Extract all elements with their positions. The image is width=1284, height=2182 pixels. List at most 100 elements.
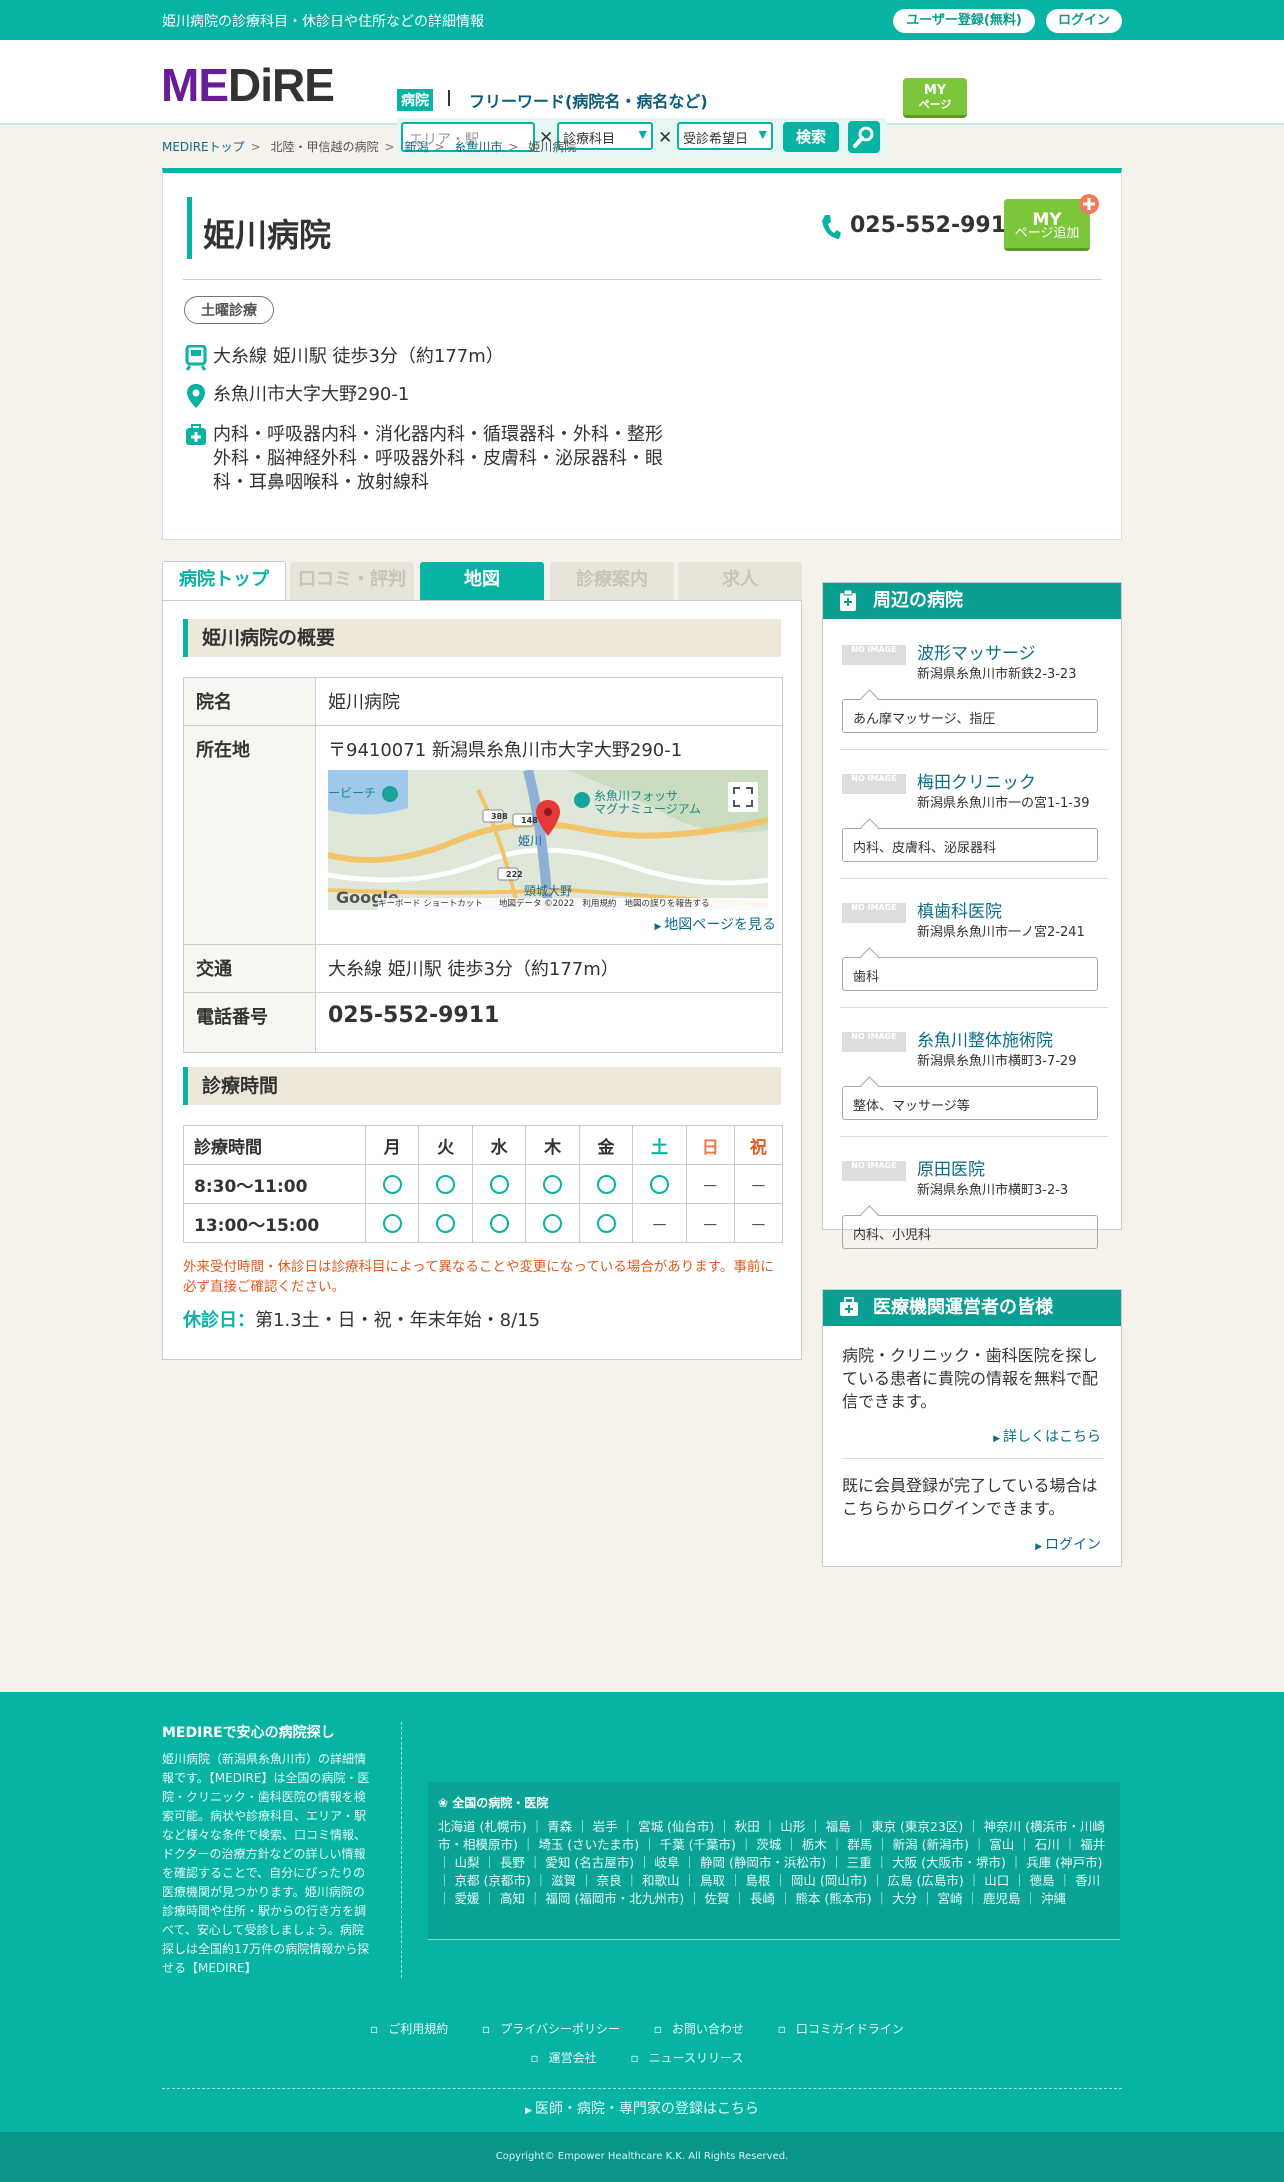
login-button[interactable]: ログイン [1046, 9, 1122, 33]
cross-icon: ✕ [658, 128, 673, 148]
details-link[interactable]: ▶ 詳しくはこちら [993, 1426, 1101, 1446]
register-button[interactable]: ユーザー登録(無料) [893, 9, 1035, 33]
nearby-name[interactable]: 槙歯科医院 [917, 897, 1002, 922]
breadcrumb-current: 姫川病院 [528, 140, 577, 154]
medical-kit-icon [186, 424, 206, 445]
add-my-page-button[interactable]: MY ページ追加 [1004, 194, 1099, 251]
nearby-name[interactable]: 原田医院 [917, 1155, 985, 1180]
map-attribution: キーボード ショートカット 地図データ ©2022 利用規約 地図の誤りを報告す… [378, 898, 768, 910]
tab-divider [448, 90, 450, 106]
region-links: ❀ 全国の病院・医院 北海道 (札幌市) ｜ 青森 ｜ 岩手 ｜ 宮城 (仙台市… [428, 1782, 1120, 1940]
date-select[interactable]: 受診希望日 ▼ [677, 122, 773, 150]
table-value: 〒9410071 新潟県糸魚川市大字大野290-1 [328, 740, 683, 761]
address-cell: 〒9410071 新潟県糸魚川市大字大野290-1 388 148 222 糸魚… [315, 725, 783, 945]
search-button[interactable]: 検索 [783, 122, 839, 152]
review-guideline-link[interactable]: ▫ 口コミガイドライン [778, 2022, 914, 2036]
phone-icon [822, 215, 841, 239]
embedded-map[interactable]: 388 148 222 糸魚川フォッサ マグナミュージアム ービーチ 姫川 頸城大… [328, 770, 768, 910]
copyright: Copyright© Empower Healthcare K.K. All R… [0, 2132, 1284, 2182]
list-item[interactable]: NO IMAGE 梅田クリニック 新潟県糸魚川市一の宮1-1-39 内科、皮膚科… [840, 768, 1108, 880]
open-circle-icon [543, 1174, 563, 1194]
company-link[interactable]: ▫ 運営会社 [531, 2051, 607, 2065]
hospital-info-card: 姫川病院 025-552-9911 MY ページ追加 土曜診療 大糸線 姫川駅 徒… [162, 168, 1122, 540]
tab-map[interactable]: 地図 [420, 562, 544, 600]
breadcrumb-city[interactable]: 糸魚川市 [454, 140, 502, 154]
location-pin-icon [187, 384, 205, 408]
open-circle-icon [543, 1213, 563, 1233]
open-circle-icon [596, 1213, 616, 1233]
footer-description: 姫川病院（新潟県糸魚川市）の詳細情報です。【MEDIRE】は全国の病院・医院・ク… [162, 1752, 370, 1975]
tab-jobs[interactable]: 求人 [678, 562, 802, 600]
hours-note: 外来受付時間・休診日は診療科目によって異なることや変更になっている場合があります… [183, 1259, 774, 1295]
advanced-search-button[interactable] [848, 121, 880, 153]
operator-login-link[interactable]: ▶ ログイン [1035, 1534, 1101, 1554]
footer-links-2: ▫ 運営会社 ▫ ニュースリリース [0, 2049, 1284, 2066]
overview-heading: 姫川病院の概要 [183, 619, 781, 657]
medire-logo[interactable]: MEDiRE [161, 62, 335, 108]
top-bar: 姫川病院の診療科目・休診日や住所などの詳細情報 ユーザー登録(無料) ログイン [0, 0, 1284, 40]
open-circle-icon [382, 1213, 402, 1233]
table-label: 院名 [183, 677, 316, 726]
nearby-hospitals-panel: 周辺の病院 NO IMAGE 波形マッサージ 新潟県糸魚川市新鉄2-3-23 あ… [822, 582, 1122, 1249]
no-image-placeholder: NO IMAGE [842, 1161, 906, 1181]
main-content: 姫川病院の概要 院名 姫川病院 所在地 〒9410071 新潟県糸魚川市大字大野… [162, 600, 802, 1360]
footer-title: MEDIREで安心の病院探し [162, 1725, 335, 1741]
nearby-name[interactable]: 梅田クリニック [917, 768, 1036, 793]
table-label: 所在地 [183, 725, 316, 945]
table-row: 8:30～11:00 － － [183, 1164, 784, 1204]
region-list[interactable]: 北海道 (札幌市) ｜ 青森 ｜ 岩手 ｜ 宮城 (仙台市) ｜ 秋田 ｜ 山形… [438, 1818, 1114, 1908]
map-page-link[interactable]: ▶ 地図ページを見る [328, 914, 776, 934]
nearby-name[interactable]: 糸魚川整体施術院 [917, 1026, 1053, 1051]
news-link[interactable]: ▫ ニュースリリース [631, 2051, 754, 2065]
table-row: 13:00～15:00 － － － [183, 1203, 784, 1243]
breadcrumb-top[interactable]: MEDIREトップ [162, 140, 245, 154]
plus-circle-icon [1079, 194, 1099, 214]
table-value: 大糸線 姫川駅 徒歩3分（約177m） [315, 944, 783, 993]
operators-panel: 医療機関運営者の皆様 病院・クリニック・歯科医院を探している患者に貴院の情報を無… [822, 1289, 1122, 1567]
tab-reviews[interactable]: 口コミ・評判 [290, 562, 414, 600]
contact-link[interactable]: ▫ お問い合わせ [654, 2022, 754, 2036]
hours-table: 診療時間 月 火 水 木 金 土 日 祝 8:30～11:00 － － 13:0… [183, 1125, 784, 1243]
terms-link[interactable]: ▫ ご利用規約 [370, 2022, 458, 2036]
doctor-registration-link[interactable]: ▶ 医師・病院・専門家の登録はこちら [0, 2098, 1284, 2118]
site-footer: MEDIREで安心の病院探し 姫川病院（新潟県糸魚川市）の詳細情報です。【MED… [0, 1692, 1284, 2132]
list-item[interactable]: NO IMAGE 波形マッサージ 新潟県糸魚川市新鉄2-3-23 あん摩マッサー… [840, 639, 1108, 751]
open-circle-icon [382, 1174, 402, 1194]
caret-down-icon: ▼ [638, 128, 647, 141]
phone-number[interactable]: 025-552-9911 [315, 992, 783, 1053]
map-label-museum: 糸魚川フォッサ マグナミュージアム [594, 789, 701, 816]
open-circle-icon [436, 1174, 456, 1194]
table-label: 交通 [183, 944, 316, 993]
footer-links: ▫ ご利用規約 ▫ プライバシーポリシー ▫ お問い合わせ ▫ 口コミガイドライン [0, 2020, 1284, 2037]
access-text: 大糸線 姫川駅 徒歩3分（約177m） [213, 346, 504, 367]
no-image-placeholder: NO IMAGE [842, 774, 906, 794]
search-tab-freeword[interactable]: フリーワード(病院名・病名など) [469, 88, 708, 112]
phone-number[interactable]: 025-552-9911 [850, 213, 1021, 238]
address-text: 糸魚川市大字大野290-1 [213, 384, 410, 405]
medical-bag-icon [840, 1297, 858, 1316]
tab-medical-guide[interactable]: 診療案内 [550, 562, 674, 600]
page-title: 姫川病院 [203, 216, 332, 254]
clipboard-icon [840, 590, 856, 611]
no-image-placeholder: NO IMAGE [842, 645, 906, 665]
saturday-badge: 土曜診療 [184, 296, 274, 324]
breadcrumb: MEDIREトップ > 北陸・甲信越の病院 > 新潟 > 糸魚川市 > 姫川病院 [162, 140, 577, 154]
my-page-button[interactable]: MY ページ [903, 78, 967, 118]
open-circle-icon [649, 1174, 669, 1194]
list-item[interactable]: NO IMAGE 槙歯科医院 新潟県糸魚川市一ノ宮2-241 歯科 [840, 897, 1108, 1009]
map-label-station: 姫川 [518, 834, 543, 848]
departments-text: 内科・呼吸器内科・消化器内科・循環器科・外科・整形 外科・脳神経外科・呼吸器外科・… [213, 424, 663, 493]
list-item[interactable]: NO IMAGE 糸魚川整体施術院 新潟県糸魚川市横町3-7-29 整体、マッサ… [840, 1026, 1108, 1138]
search-tab-hospital[interactable]: 病院 [397, 89, 433, 111]
breadcrumb-prefecture[interactable]: 新潟 [404, 140, 428, 154]
divider [183, 279, 1101, 280]
tab-hospital-top[interactable]: 病院トップ [162, 561, 286, 601]
open-circle-icon [596, 1174, 616, 1194]
breadcrumb-region[interactable]: 北陸・甲信越の病院 [271, 140, 379, 154]
overview-table: 院名 姫川病院 所在地 〒9410071 新潟県糸魚川市大字大野290-1 38… [183, 677, 783, 1053]
privacy-link[interactable]: ▫ プライバシーポリシー [482, 2022, 630, 2036]
caret-down-icon: ▼ [758, 128, 767, 141]
list-item[interactable]: NO IMAGE 原田医院 新潟県糸魚川市横町3-2-3 内科、小児科 [842, 1155, 1104, 1255]
nearby-name[interactable]: 波形マッサージ [917, 639, 1036, 664]
operators-heading: 医療機関運営者の皆様 [823, 1290, 1121, 1326]
